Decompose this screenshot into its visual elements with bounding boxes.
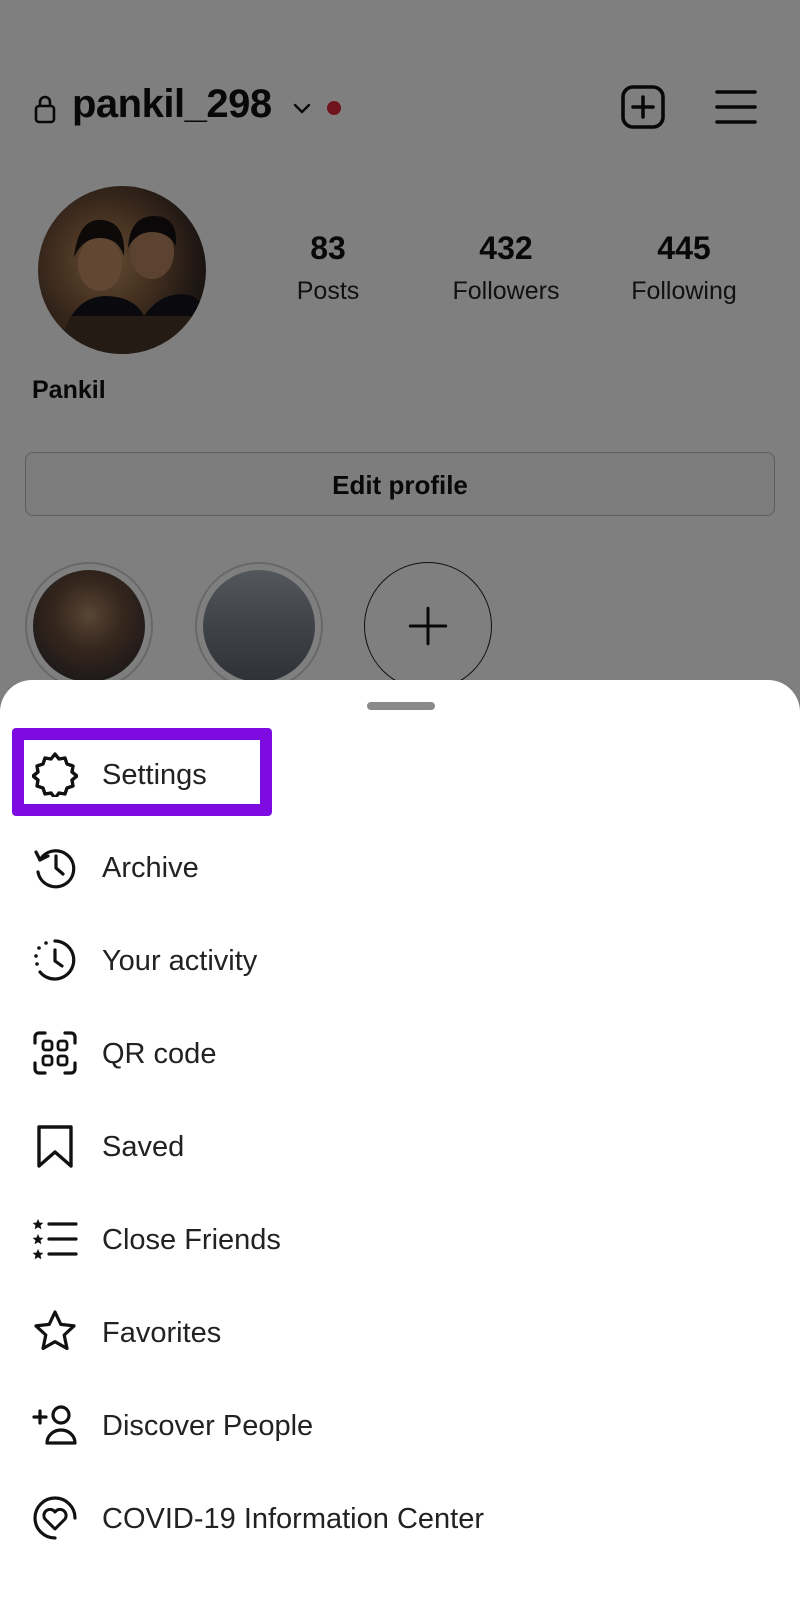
menu-item-archive[interactable]: Archive	[0, 822, 800, 915]
menu-item-discover-people[interactable]: Discover People	[0, 1380, 800, 1473]
profile-menu-sheet: Settings Archive Your activity QR code S…	[0, 680, 800, 1598]
menu-item-qr-code[interactable]: QR code	[0, 1008, 800, 1101]
star-icon	[34, 1310, 76, 1351]
settings-highlight-box	[12, 728, 272, 816]
menu-item-favorites[interactable]: Favorites	[0, 1287, 800, 1380]
heart-circle-icon	[33, 1496, 77, 1540]
menu-item-label: COVID-19 Information Center	[102, 1503, 484, 1535]
history-clock-icon	[34, 849, 76, 889]
profile-screen: pankil_298 83 Posts 432 Followers 445	[0, 0, 800, 1598]
menu-item-label: QR code	[102, 1038, 217, 1070]
bookmark-icon	[37, 1125, 73, 1168]
add-person-icon	[32, 1405, 77, 1445]
menu-item-your-activity[interactable]: Your activity	[0, 915, 800, 1008]
menu-item-label: Your activity	[102, 945, 258, 977]
sheet-grab-handle[interactable]	[367, 702, 435, 710]
activity-clock-icon	[34, 939, 76, 981]
menu-item-close-friends[interactable]: Close Friends	[0, 1194, 800, 1287]
menu-item-saved[interactable]: Saved	[0, 1101, 800, 1194]
menu-item-covid-info[interactable]: COVID-19 Information Center	[0, 1473, 800, 1566]
menu-item-label: Archive	[102, 852, 199, 884]
menu-item-label: Favorites	[102, 1317, 222, 1349]
qr-code-icon	[33, 1031, 77, 1075]
menu-item-label: Discover People	[102, 1410, 314, 1442]
menu-item-label: Saved	[102, 1131, 185, 1163]
star-list-icon	[32, 1219, 78, 1260]
menu-item-label: Close Friends	[102, 1224, 281, 1256]
